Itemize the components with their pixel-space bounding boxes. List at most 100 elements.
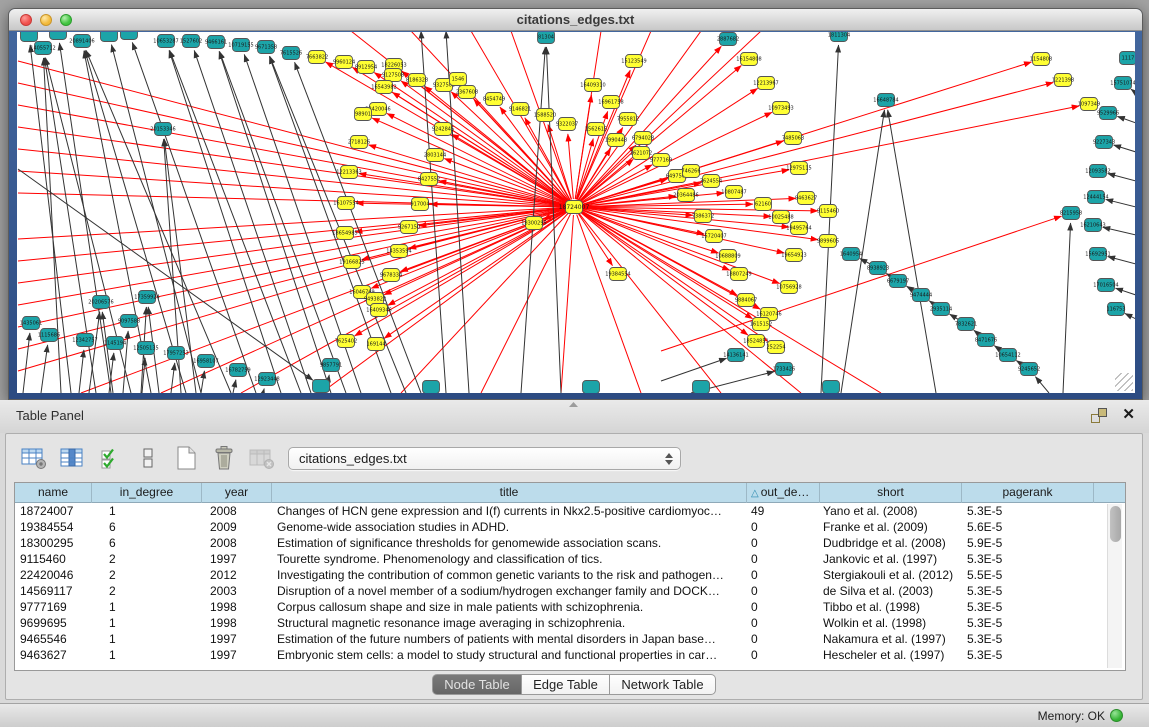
graph-node[interactable]: 9245652	[1018, 363, 1040, 376]
graph-node[interactable]: 1117	[1120, 52, 1136, 65]
graph-edge[interactable]	[1063, 223, 1071, 393]
graph-edge[interactable]	[102, 312, 113, 393]
graph-node[interactable]: 16648784	[873, 94, 898, 107]
graph-node[interactable]: 8454749	[483, 93, 505, 106]
graph-node[interactable]: 10025488	[768, 211, 793, 224]
graph-node[interactable]: 16154808	[736, 53, 761, 66]
graph-edge[interactable]	[888, 110, 936, 393]
graph-node[interactable]: 8215958	[1060, 207, 1082, 220]
graph-edge[interactable]	[1106, 199, 1135, 207]
graph-node[interactable]	[423, 381, 440, 394]
graph-node[interactable]: 12444154	[1083, 191, 1108, 204]
graph-node[interactable]	[693, 381, 710, 394]
graph-edge[interactable]	[661, 358, 727, 381]
canvas-resize-grip[interactable]	[1115, 373, 1133, 391]
graph-node[interactable]: 9463627	[795, 192, 817, 205]
graph-node[interactable]: 252254	[766, 341, 785, 354]
graph-node[interactable]: 9127508	[382, 69, 404, 82]
graph-node[interactable]: 1097349	[1078, 98, 1100, 111]
table-row[interactable]: 946554611997Estimation of the future num…	[15, 631, 1125, 647]
graph-node[interactable]: 12505135	[133, 342, 158, 355]
graph-node[interactable]	[583, 381, 600, 394]
graph-node[interactable]: 12093582	[1085, 165, 1110, 178]
graph-node[interactable]: 12342757	[72, 334, 97, 347]
graph-edge[interactable]	[561, 215, 573, 393]
graph-edge[interactable]	[1108, 174, 1135, 181]
delete-column-icon[interactable]	[208, 443, 239, 473]
graph-node[interactable]: 9097588	[118, 315, 140, 328]
graph-node[interactable]: 9267150	[398, 221, 420, 234]
graph-node[interactable]: 16543982	[371, 81, 396, 94]
graph-node[interactable]: 2803144	[424, 149, 446, 162]
graph-node[interactable]: 7955812	[617, 113, 639, 126]
graph-edge[interactable]	[241, 211, 567, 393]
network-canvas[interactable]: 1405571220891406106532871527602946616110…	[17, 32, 1135, 393]
graph-node[interactable]: 1154808	[1030, 53, 1052, 66]
graph-node[interactable]: 19384554	[605, 268, 630, 281]
graph-node[interactable]: 10756928	[776, 281, 801, 294]
graph-node[interactable]: 9678334	[380, 269, 402, 282]
graph-node[interactable]: 1221398	[1052, 74, 1074, 87]
table-row[interactable]: 946362711997Embryonic stem cells: a mode…	[15, 647, 1125, 663]
window-titlebar[interactable]: citations_edges.txt	[9, 9, 1142, 31]
create-column-icon[interactable]	[170, 443, 201, 473]
graph-node[interactable]: 9227343	[1093, 136, 1115, 149]
column-header-year[interactable]: year	[202, 483, 272, 503]
graph-edge[interactable]	[171, 363, 175, 393]
graph-node[interactable]	[313, 380, 330, 393]
graph-edge[interactable]	[1115, 288, 1135, 295]
graph-node[interactable]: 9671358	[255, 41, 277, 54]
graph-node[interactable]: 1811304	[828, 32, 850, 42]
graph-node[interactable]: 8427552	[418, 173, 440, 186]
graph-node[interactable]: 9960124	[333, 56, 355, 69]
select-all-icon[interactable]	[94, 443, 125, 473]
graph-node[interactable]: 7386372	[692, 210, 714, 223]
graph-node[interactable]: 1615152	[750, 318, 772, 331]
graph-node[interactable]: 9242845	[432, 123, 454, 136]
graph-node[interactable]: 16107554	[333, 197, 358, 210]
table-row[interactable]: 969969511998Structural magnetic resonanc…	[15, 615, 1125, 631]
table-row[interactable]: 977716911998Corpus callosum shape and si…	[15, 599, 1125, 615]
graph-node[interactable]: 15123549	[621, 55, 646, 68]
graph-node[interactable]: 14136141	[723, 349, 748, 362]
graph-node[interactable]: 18524851	[743, 335, 768, 348]
graph-node[interactable]: 1588520	[534, 109, 556, 122]
graph-node[interactable]: 3624554	[700, 175, 722, 188]
graph-node[interactable]: 16409310	[580, 79, 605, 92]
delete-table-icon[interactable]	[246, 443, 277, 473]
graph-edge[interactable]	[132, 42, 256, 393]
graph-node[interactable]: 9529966	[1097, 107, 1119, 120]
graph-node[interactable]: 1145194	[104, 337, 126, 350]
graph-node[interactable]: 1562615	[585, 123, 607, 136]
table-row[interactable]: 1830029562008Estimation of significance …	[15, 535, 1125, 551]
graph-node[interactable]: 8912954	[355, 61, 377, 74]
table-row[interactable]: 911546021997Tourette syndrome. Phenomeno…	[15, 551, 1125, 567]
vertical-scrollbar[interactable]	[1107, 504, 1122, 668]
graph-node[interactable]: 62160	[755, 198, 772, 211]
table-row[interactable]: 2242004622012Investigating the contribut…	[15, 567, 1125, 583]
scrollbar-thumb[interactable]	[1110, 506, 1121, 542]
graph-node[interactable]: 2367608	[456, 86, 478, 99]
graph-node[interactable]: 15751074	[1110, 77, 1135, 90]
column-header-title[interactable]: title	[272, 483, 747, 503]
memory-status-icon[interactable]	[1110, 709, 1123, 722]
citation-network-graph[interactable]: 1405571220891406106532871527602946616110…	[17, 32, 1135, 393]
graph-edge[interactable]	[263, 389, 264, 393]
graph-node[interactable]: 9115460	[817, 205, 839, 218]
graph-node[interactable]: 19495764	[786, 222, 811, 235]
graph-edge[interactable]	[18, 209, 566, 327]
graph-edge[interactable]	[1114, 145, 1135, 152]
column-header-pagerank[interactable]: pagerank	[962, 483, 1094, 503]
tab-edge-table[interactable]: Edge Table	[522, 674, 610, 695]
graph-node[interactable]: 1527602	[180, 35, 202, 48]
graph-node[interactable]: 16958107	[193, 355, 218, 368]
splitter-handle[interactable]	[569, 402, 578, 407]
graph-node[interactable]: 16961758	[598, 96, 623, 109]
graph-edge[interactable]	[18, 193, 566, 207]
graph-edge[interactable]	[79, 350, 84, 393]
graph-node[interactable]: 1546	[450, 73, 467, 86]
column-header-name[interactable]: name	[15, 483, 92, 503]
graph-node[interactable]: 9857791	[320, 359, 342, 372]
graph-edge[interactable]	[1125, 313, 1135, 319]
graph-node[interactable]: 20891406	[69, 35, 94, 48]
